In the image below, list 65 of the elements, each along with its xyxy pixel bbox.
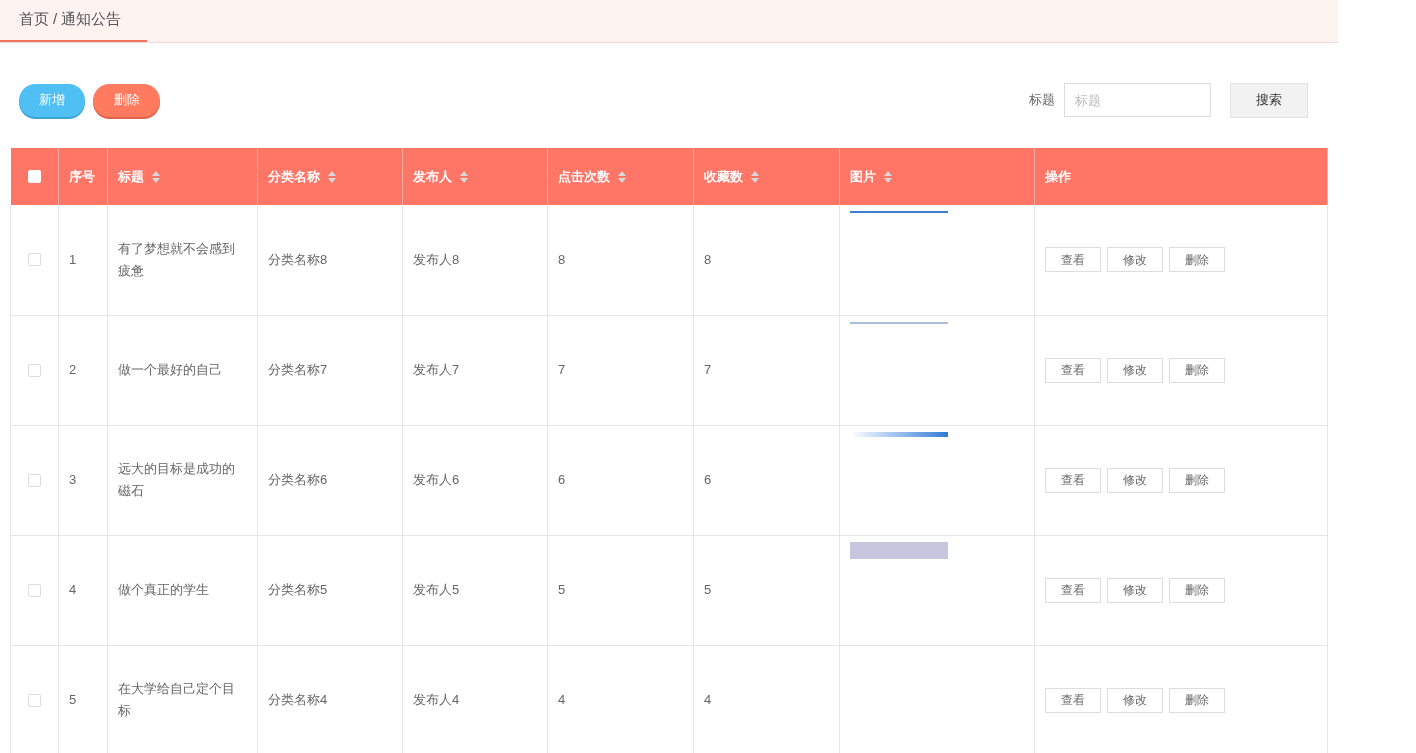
- breadcrumb-link[interactable]: 首页: [19, 8, 49, 31]
- table-cell: 6: [558, 472, 566, 487]
- action-button[interactable]: 修改: [1107, 577, 1163, 603]
- table-cell: 分类名称8: [268, 251, 328, 267]
- row-checkbox[interactable]: [28, 363, 41, 377]
- table-cell: 4: [704, 692, 712, 707]
- row-checkbox[interactable]: [28, 473, 41, 487]
- table-cell: 分类名称5: [268, 582, 328, 597]
- table-cell: 发布人5: [413, 582, 460, 597]
- row-checkbox[interactable]: [28, 253, 41, 267]
- sort-icon[interactable]: [328, 170, 336, 183]
- action-button[interactable]: 删除: [1169, 467, 1225, 493]
- sort-icon[interactable]: [152, 170, 160, 183]
- action-button[interactable]: 删除: [1169, 577, 1225, 603]
- column-header: 序号: [69, 167, 95, 186]
- sort-icon[interactable]: [751, 170, 759, 183]
- action-button[interactable]: 修改: [1107, 467, 1163, 493]
- table-cell: 5: [558, 582, 566, 597]
- table-cell: 分类名称6: [268, 472, 328, 487]
- action-button[interactable]: 修改: [1107, 357, 1163, 383]
- breadcrumb-current: 通知公告: [61, 9, 122, 30]
- table-cell: 7: [704, 362, 712, 377]
- action-button[interactable]: 查看: [1045, 357, 1101, 383]
- sort-icon[interactable]: [884, 170, 892, 183]
- table-cell: 发布人6: [413, 472, 460, 487]
- table-cell: 3: [69, 472, 77, 487]
- table-cell: 远大的目标是成功的磁石: [118, 461, 235, 498]
- action-button[interactable]: 查看: [1045, 247, 1101, 273]
- table-cell: 5: [704, 582, 712, 597]
- table-cell: 7: [558, 362, 566, 377]
- search-label: 标题: [1029, 91, 1055, 110]
- action-button[interactable]: 修改: [1107, 687, 1163, 713]
- action-button[interactable]: 删除: [1169, 687, 1225, 713]
- action-button[interactable]: 删除: [1169, 247, 1225, 273]
- action-button[interactable]: 查看: [1045, 467, 1101, 493]
- table-cell: 发布人4: [413, 692, 460, 707]
- select-all-checkbox[interactable]: [27, 170, 41, 183]
- table-cell: 做个真正的学生: [118, 582, 209, 597]
- table-cell: 8: [558, 251, 566, 267]
- action-button[interactable]: 删除: [1169, 357, 1225, 383]
- search-button[interactable]: 搜索: [1230, 82, 1308, 118]
- sort-icon[interactable]: [618, 170, 626, 183]
- table-cell: 4: [69, 582, 77, 597]
- row-checkbox[interactable]: [28, 693, 41, 707]
- table-cell: 发布人7: [413, 362, 460, 377]
- column-header: 操作: [1045, 167, 1071, 186]
- table-cell: 4: [558, 692, 566, 707]
- row-checkbox[interactable]: [28, 583, 41, 597]
- table-cell: 6: [704, 472, 712, 487]
- sort-icon[interactable]: [460, 170, 468, 183]
- action-button[interactable]: 修改: [1107, 247, 1163, 273]
- table-cell: 8: [704, 251, 712, 267]
- table-cell: 分类名称7: [268, 362, 328, 377]
- table-cell: 发布人8: [413, 251, 460, 267]
- table-cell: 5: [69, 692, 77, 707]
- action-button[interactable]: 查看: [1045, 687, 1101, 713]
- action-button[interactable]: 查看: [1045, 577, 1101, 603]
- table-cell: 2: [69, 362, 77, 377]
- table-cell: 分类名称4: [268, 692, 328, 707]
- table-cell: 有了梦想就不会感到疲惫: [118, 240, 235, 278]
- breadcrumb-separator: /: [53, 9, 58, 30]
- table-cell: 做一个最好的自己: [118, 362, 222, 377]
- table-cell: 1: [69, 251, 77, 267]
- search-field[interactable]: 标题: [1064, 83, 1211, 117]
- table-cell: 在大学给自己定个目标: [118, 681, 235, 718]
